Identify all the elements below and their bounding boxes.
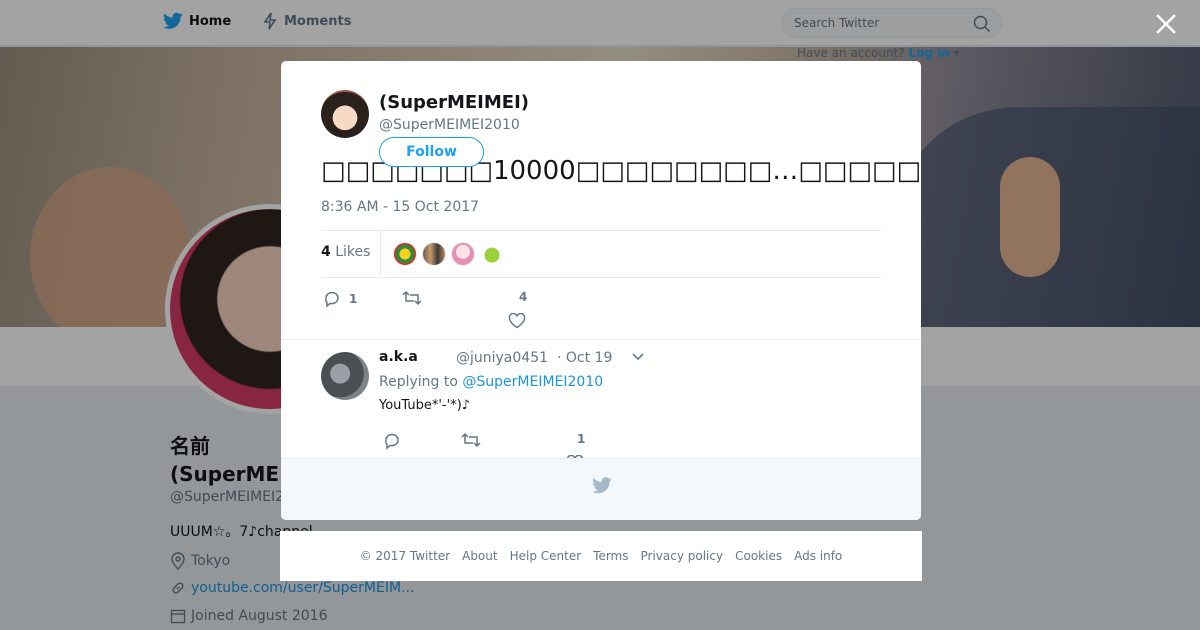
follow-button[interactable]: Follow — [379, 137, 484, 167]
likes-count: 4 — [321, 244, 331, 260]
footer-links: © 2017 Twitter About Help Center Terms P… — [280, 531, 922, 581]
like-count: 4 — [519, 290, 528, 304]
reply-retweet-action[interactable] — [461, 432, 481, 448]
reply-tweet[interactable]: a.k.a @juniya0451 · Oct 19 Replying to @… — [281, 339, 921, 471]
like-count-wrap: 4 — [511, 290, 527, 304]
reply-icon — [385, 433, 399, 450]
reply-author-handle[interactable]: @juniya0451 — [456, 350, 548, 366]
like-action[interactable] — [508, 313, 526, 329]
liker-avatar[interactable] — [422, 242, 446, 266]
retweet-icon — [461, 432, 481, 448]
liker-avatar[interactable] — [480, 242, 504, 266]
reply-reply-action[interactable] — [383, 432, 401, 450]
reply-text: YouTube*'-'*)♪ — [379, 398, 471, 413]
liker-avatar[interactable] — [393, 242, 417, 266]
footer-terms[interactable]: Terms — [593, 549, 628, 563]
replying-to-link[interactable]: @SuperMEIMEI2010 — [462, 374, 603, 390]
close-icon[interactable] — [1155, 13, 1177, 35]
footer-ads-info[interactable]: Ads info — [794, 549, 842, 563]
footer-cookies[interactable]: Cookies — [735, 549, 782, 563]
reply-count: 1 — [349, 292, 358, 306]
reply-icon — [325, 291, 339, 308]
tweet-author-name[interactable]: (SuperMEIMEI) — [379, 92, 529, 113]
tweet-stats: 4 Likes — [321, 230, 881, 278]
stats-divider — [380, 231, 381, 277]
reply-action[interactable]: 1 — [323, 290, 357, 308]
liker-avatar[interactable] — [451, 242, 475, 266]
heart-icon — [508, 313, 526, 329]
reply-author-avatar[interactable] — [321, 352, 369, 400]
modal-footer — [281, 458, 921, 520]
chevron-down-icon[interactable] — [631, 352, 645, 362]
replying-to: Replying to @SuperMEIMEI2010 — [379, 374, 603, 390]
reply-like-count-wrap: 1 — [569, 432, 585, 446]
tweet-author-handle[interactable]: @SuperMEIMEI2010 — [379, 117, 520, 133]
reply-like-count: 1 — [577, 432, 586, 446]
footer-help-center[interactable]: Help Center — [510, 549, 582, 563]
tweet-actions: 1 4 — [321, 288, 621, 338]
footer-privacy[interactable]: Privacy policy — [641, 549, 724, 563]
replying-prefix: Replying to — [379, 374, 458, 390]
retweet-icon — [402, 290, 422, 306]
footer-about[interactable]: About — [462, 549, 497, 563]
likes-label: Likes — [335, 244, 371, 260]
tweet-timestamp[interactable]: 8:36 AM - 15 Oct 2017 — [321, 199, 479, 215]
reply-author-name[interactable]: a.k.a — [379, 349, 418, 365]
tweet-author-avatar[interactable] — [321, 90, 369, 138]
likers-list — [393, 242, 509, 266]
reply-date[interactable]: · Oct 19 — [557, 350, 612, 366]
likes-stat[interactable]: 4 Likes — [321, 244, 370, 260]
retweet-action[interactable] — [402, 290, 422, 306]
footer-copyright: © 2017 Twitter — [359, 549, 451, 563]
tweet-modal: (SuperMEIMEI) @SuperMEIMEI2010 □□□□□□□10… — [281, 61, 921, 520]
twitter-bird-icon — [592, 477, 612, 494]
